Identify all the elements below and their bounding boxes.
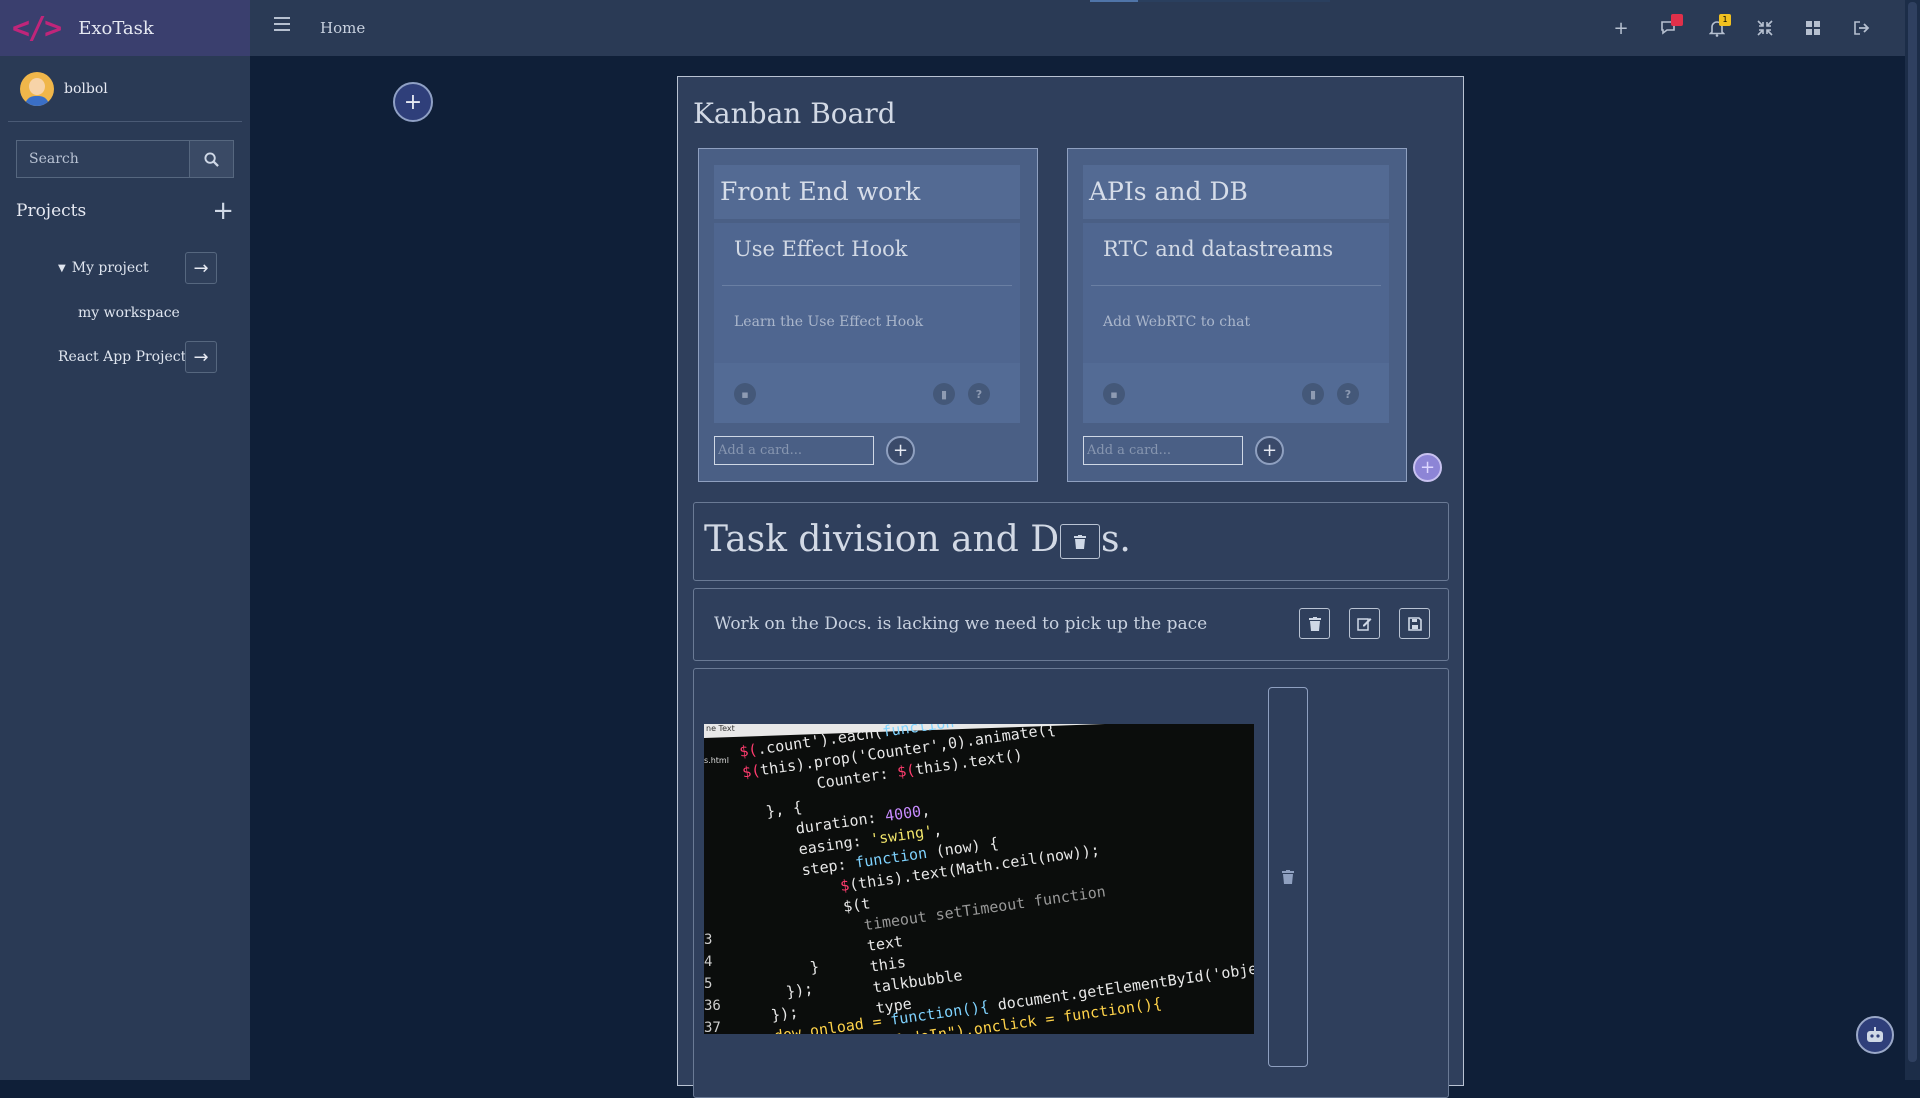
image-section: ne Text s.html $(.count').each(function …: [693, 668, 1449, 1098]
note-section: Work on the Docs. is lacking we need to …: [693, 588, 1449, 661]
card-title: Use Effect Hook: [734, 237, 908, 261]
search-icon: [204, 151, 219, 167]
add-board-button[interactable]: +: [393, 82, 433, 122]
brand[interactable]: </> ExoTask: [0, 0, 250, 56]
page-scrollbar[interactable]: [1905, 0, 1920, 1080]
topbar: Home + 1: [250, 0, 1905, 56]
trash-icon[interactable]: [1282, 870, 1294, 884]
save-note-button[interactable]: [1399, 608, 1430, 639]
trash-icon[interactable]: ▮: [1302, 383, 1324, 405]
card-description: Learn the Use Effect Hook: [734, 314, 924, 330]
trash-icon: [1308, 616, 1321, 631]
avatar: [20, 71, 54, 106]
topbar-actions: + 1: [1597, 12, 1885, 44]
arrow-right-icon: →: [193, 346, 209, 368]
chat-badge: [1671, 14, 1683, 26]
image-side-panel: [1268, 687, 1308, 1067]
notification-badge: 1: [1719, 14, 1731, 26]
add-column-button[interactable]: +: [1413, 453, 1442, 482]
sidebar-item-react-app-project[interactable]: React App Project: [58, 349, 186, 365]
code-logo-icon: </>: [12, 10, 62, 46]
kanban-card[interactable]: Use Effect Hook Learn the Use Effect Hoo…: [714, 223, 1020, 423]
save-icon[interactable]: ▪: [1103, 383, 1125, 405]
project-label: React App Project: [58, 349, 187, 365]
sidebar-item-my-workspace[interactable]: my workspace: [78, 305, 180, 321]
arrow-right-icon: →: [193, 257, 209, 279]
projects-label: Projects: [16, 201, 87, 221]
add-project-icon[interactable]: +: [212, 198, 234, 224]
code-screenshot-image: ne Text s.html $(.count').each(function …: [704, 724, 1254, 1034]
user-profile[interactable]: bolbol: [8, 56, 242, 122]
search-button[interactable]: [189, 140, 234, 178]
add-card-input[interactable]: [1083, 436, 1243, 465]
projects-header: Projects +: [16, 196, 234, 226]
note-text: Work on the Docs. is lacking we need to …: [714, 614, 1208, 634]
card-description: Add WebRTC to chat: [1103, 314, 1251, 330]
loading-bar: [1090, 0, 1330, 2]
search-input[interactable]: [16, 140, 189, 178]
card-title: RTC and datastreams: [1103, 237, 1334, 261]
chatbot-button[interactable]: [1856, 1016, 1894, 1054]
plus-icon: +: [403, 89, 423, 115]
open-project-button[interactable]: →: [185, 252, 217, 284]
app-name: ExoTask: [78, 17, 154, 39]
add-card-input[interactable]: [714, 436, 874, 465]
kanban-card[interactable]: RTC and datastreams Add WebRTC to chat ▪…: [1083, 223, 1389, 423]
menu-toggle-icon[interactable]: [274, 17, 290, 31]
card-footer: ▪ ▮ ?: [714, 363, 1020, 423]
sidebar-item-my-project[interactable]: ▼ My project: [58, 260, 149, 276]
logout-icon[interactable]: [1837, 12, 1885, 44]
add-card-button[interactable]: +: [886, 436, 915, 465]
caret-down-icon[interactable]: ▼: [58, 263, 66, 274]
open-project-button[interactable]: →: [185, 341, 217, 373]
kanban-column: APIs and DB RTC and datastreams Add WebR…: [1067, 148, 1407, 482]
save-icon: [1407, 616, 1422, 631]
edit-note-button[interactable]: [1349, 608, 1380, 639]
plus-icon[interactable]: +: [1597, 12, 1645, 44]
workspace-label: my workspace: [78, 305, 180, 321]
robot-icon: [1867, 1027, 1883, 1042]
breadcrumb[interactable]: Home: [320, 19, 365, 37]
project-label: My project: [71, 260, 149, 276]
delete-docs-button[interactable]: [1060, 524, 1100, 559]
delete-note-button[interactable]: [1299, 608, 1330, 639]
bell-icon[interactable]: 1: [1693, 12, 1741, 44]
kanban-column: Front End work Use Effect Hook Learn the…: [698, 148, 1038, 482]
help-icon[interactable]: ?: [968, 383, 990, 405]
kanban-board: Kanban Board Front End work Use Effect H…: [677, 76, 1464, 1098]
trash-icon[interactable]: ▮: [933, 383, 955, 405]
save-icon[interactable]: ▪: [734, 383, 756, 405]
help-icon[interactable]: ?: [1337, 383, 1359, 405]
add-card-button[interactable]: +: [1255, 436, 1284, 465]
chat-icon[interactable]: [1645, 12, 1693, 44]
card-footer: ▪ ▮ ?: [1083, 363, 1389, 423]
search-box: [16, 140, 234, 178]
trash-icon: [1074, 534, 1086, 549]
column-title[interactable]: Front End work: [714, 165, 1020, 219]
grid-icon[interactable]: [1789, 12, 1837, 44]
column-title[interactable]: APIs and DB: [1083, 165, 1389, 219]
compress-icon[interactable]: [1741, 12, 1789, 44]
username: bolbol: [64, 80, 108, 97]
sidebar: </> ExoTask bolbol Projects + ▼ My proje…: [0, 0, 250, 1080]
page-title: Kanban Board: [693, 97, 896, 130]
docs-header-section: Task division and Docs.: [693, 502, 1449, 581]
edit-icon: [1357, 618, 1372, 631]
